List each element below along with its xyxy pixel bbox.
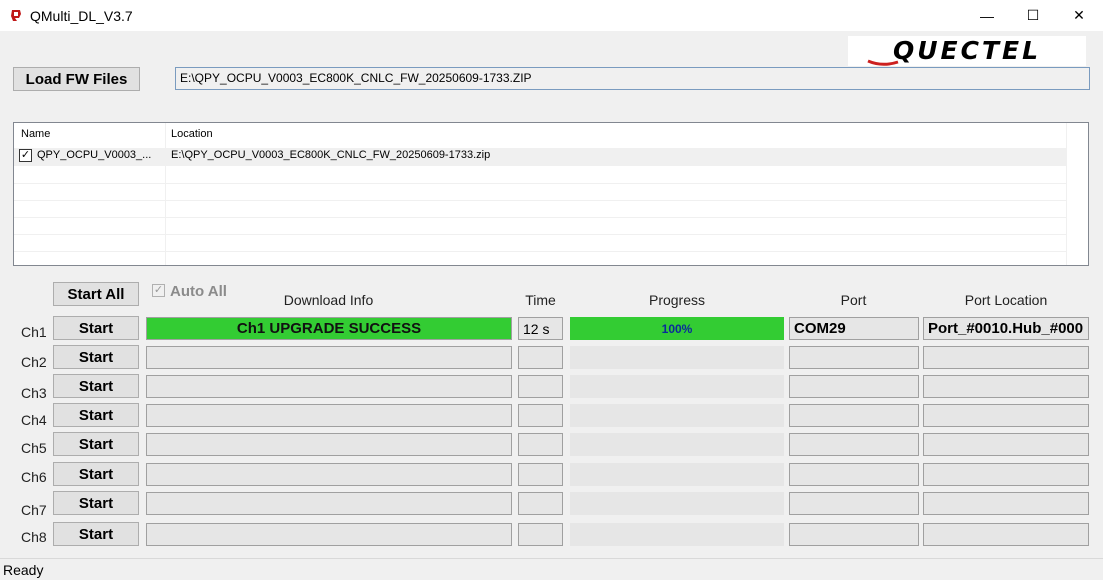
progress-label <box>570 375 784 398</box>
time-field <box>518 433 563 456</box>
port-location-field <box>923 523 1089 546</box>
status-bar <box>0 558 1103 580</box>
time-field <box>518 463 563 486</box>
list-item <box>14 234 1069 252</box>
time-field <box>518 375 563 398</box>
close-button[interactable]: ✕ <box>1056 0 1102 31</box>
window-title: QMulti_DL_V3.7 <box>30 8 133 24</box>
file-name: QPY_OCPU_V0003_... <box>37 149 152 161</box>
download-info-field <box>146 375 512 398</box>
time-field <box>518 492 563 515</box>
port-location-field: Port_#0010.Hub_#000 <box>923 317 1089 340</box>
title-bar <box>0 0 1103 31</box>
list-item <box>14 183 1069 201</box>
download-info-field <box>146 492 512 515</box>
header-progress: Progress <box>648 292 706 308</box>
vertical-scrollbar[interactable] <box>1066 123 1088 265</box>
channel-start-button[interactable]: Start <box>53 462 139 486</box>
column-header-name[interactable]: Name <box>21 128 50 140</box>
port-field <box>789 375 919 398</box>
progress-bar <box>570 346 784 369</box>
channel-start-button[interactable]: Start <box>53 374 139 398</box>
channel-label: Ch5 <box>21 440 47 456</box>
header-port: Port <box>840 292 867 308</box>
channel-label: Ch7 <box>21 502 47 518</box>
channel-label: Ch6 <box>21 469 47 485</box>
minimize-button[interactable]: — <box>964 0 1010 31</box>
file-checkbox[interactable]: ✓ <box>19 149 32 162</box>
progress-bar <box>570 492 784 515</box>
close-icon: ✕ <box>1073 7 1085 23</box>
quectel-logo: QUECTEL <box>848 36 1086 66</box>
firmware-file-list[interactable]: Name Location QPY_OCPU_V0003_... E:\QPY_… <box>13 122 1089 266</box>
channel-label: Ch1 <box>21 324 47 340</box>
header-time: Time <box>525 292 556 308</box>
list-item <box>14 217 1069 235</box>
download-info-field <box>146 433 512 456</box>
port-field <box>789 523 919 546</box>
logo-text: QUECTEL <box>893 36 1041 65</box>
channel-label: Ch4 <box>21 412 47 428</box>
port-field <box>789 433 919 456</box>
progress-bar <box>570 375 784 398</box>
time-field <box>518 346 563 369</box>
port-location-field <box>923 346 1089 369</box>
port-location-field <box>923 375 1089 398</box>
port-location-field <box>923 404 1089 427</box>
status-text: Ready <box>3 562 44 578</box>
port-location-field <box>923 492 1089 515</box>
port-location-field <box>923 433 1089 456</box>
channel-label: Ch8 <box>21 529 47 545</box>
channel-start-button[interactable]: Start <box>53 522 139 546</box>
progress-label <box>570 346 784 369</box>
channel-start-button[interactable]: Start <box>53 403 139 427</box>
list-item <box>14 200 1069 218</box>
channel-start-button[interactable]: Start <box>53 345 139 369</box>
port-field <box>789 492 919 515</box>
time-field: 12 s <box>518 317 563 340</box>
load-fw-files-button[interactable]: Load FW Files <box>13 67 140 91</box>
download-info-field <box>146 463 512 486</box>
column-header-location[interactable]: Location <box>171 128 213 140</box>
channel-start-button[interactable]: Start <box>53 491 139 515</box>
channel-label: Ch2 <box>21 354 47 370</box>
progress-label: 100% <box>661 321 693 336</box>
progress-label <box>570 523 784 546</box>
progress-label <box>570 433 784 456</box>
progress-bar: 100% <box>570 317 784 340</box>
channel-label: Ch3 <box>21 385 47 401</box>
quectel-q-icon <box>9 8 23 22</box>
progress-bar <box>570 523 784 546</box>
port-location-field <box>923 463 1089 486</box>
port-field: COM29 <box>789 317 919 340</box>
progress-bar <box>570 404 784 427</box>
time-field <box>518 404 563 427</box>
header-port-location: Port Location <box>964 292 1048 308</box>
progress-label <box>570 463 784 486</box>
download-info-field <box>146 404 512 427</box>
channel-start-button[interactable]: Start <box>53 432 139 456</box>
start-all-button[interactable]: Start All <box>53 282 139 306</box>
download-info-field <box>146 523 512 546</box>
minimize-icon: — <box>980 7 994 24</box>
list-item[interactable]: QPY_OCPU_V0003_... E:\QPY_OCPU_V0003_EC8… <box>14 148 1069 166</box>
progress-label <box>570 492 784 515</box>
progress-bar <box>570 463 784 486</box>
header-download-info: Download Info <box>283 292 374 308</box>
channel-start-button[interactable]: Start <box>53 316 139 340</box>
maximize-icon: ☐ <box>1026 7 1040 23</box>
port-field <box>789 346 919 369</box>
port-field <box>789 404 919 427</box>
fw-path-input[interactable]: E:\QPY_OCPU_V0003_EC800K_CNLC_FW_2025060… <box>175 67 1090 90</box>
file-location: E:\QPY_OCPU_V0003_EC800K_CNLC_FW_2025060… <box>171 149 491 161</box>
maximize-button[interactable]: ☐ <box>1010 0 1056 31</box>
list-item <box>14 166 1069 184</box>
port-field <box>789 463 919 486</box>
progress-bar <box>570 433 784 456</box>
progress-label <box>570 404 784 427</box>
download-info-field <box>146 346 512 369</box>
download-info-field: Ch1 UPGRADE SUCCESS <box>146 317 512 340</box>
time-field <box>518 523 563 546</box>
